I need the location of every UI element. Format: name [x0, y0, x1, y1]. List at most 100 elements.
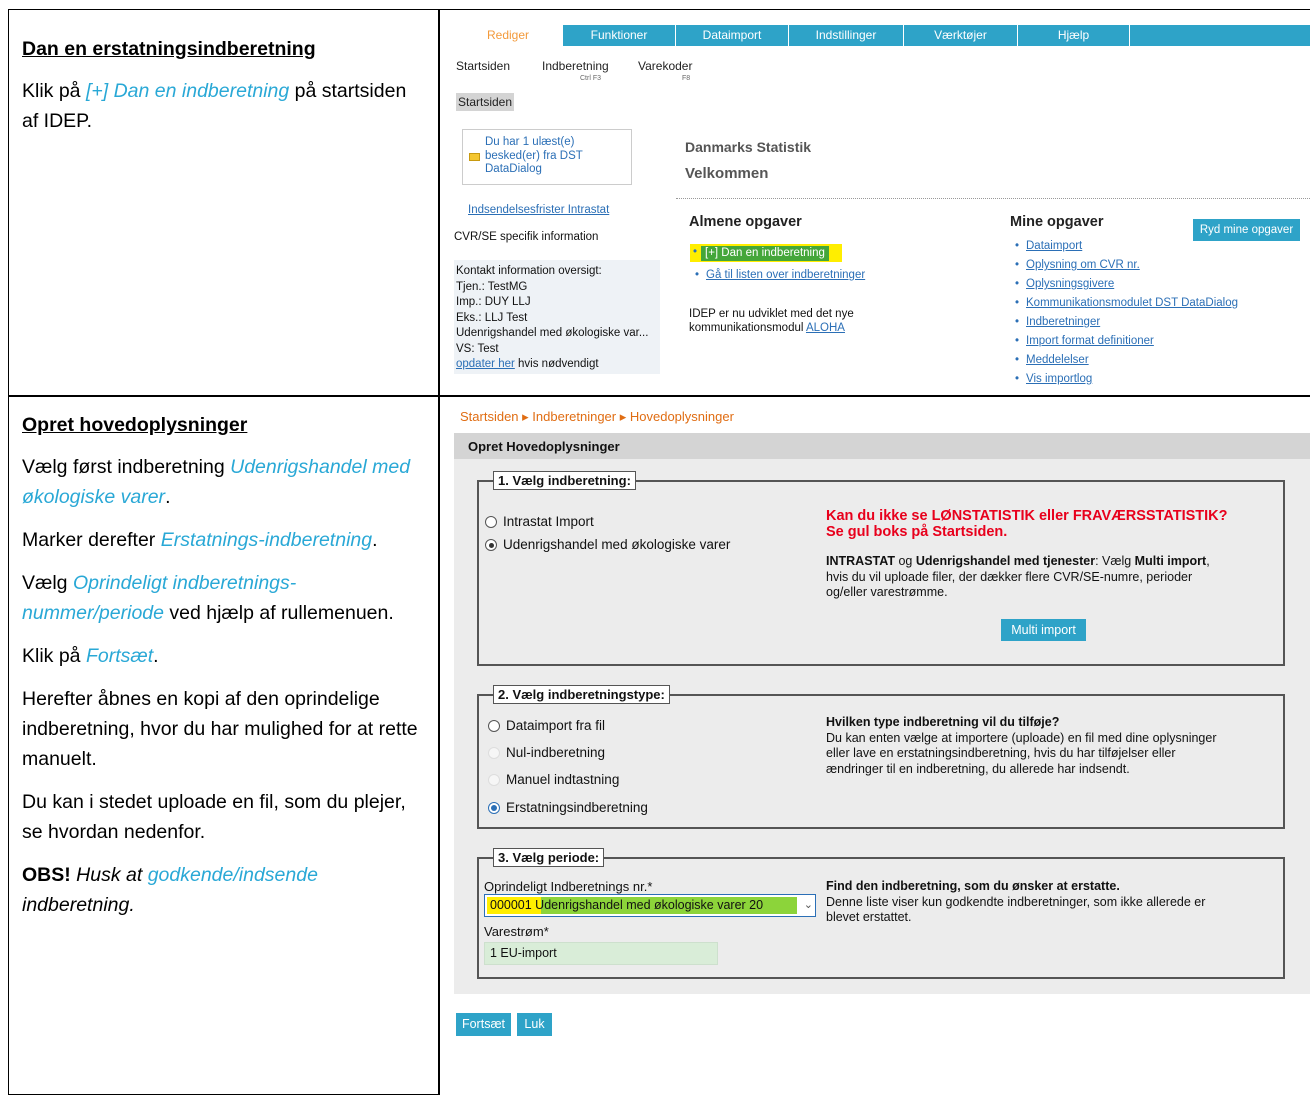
warning-line-1: Kan du ikke se LØNSTATISTIK eller FRAVÆR…	[826, 508, 1228, 524]
task-reports[interactable]: Indberetninger	[1015, 316, 1100, 328]
create-link-ref: [+] Dan en indberetning	[85, 80, 290, 102]
radio-manual[interactable]: Manuel indtastning	[488, 772, 619, 787]
contact-line: Eks.: LLJ Test	[456, 311, 528, 324]
text: og/eller varestrømme.	[826, 585, 948, 599]
section2-heading: Opret hovedoplysninger	[22, 414, 248, 436]
text: hvis nødvendigt	[514, 358, 599, 370]
vare-label: Varestrøm*	[484, 924, 549, 939]
contact-line: Udenrigshandel med økologiske var...	[456, 327, 649, 339]
cvr-info: CVR/SE specifik information	[454, 231, 599, 243]
text: Husk at	[70, 864, 148, 886]
text: Klik på	[22, 645, 86, 667]
contact-line: Kontakt information oversigt:	[456, 265, 602, 277]
text: ændringer til en indberetning, du allere…	[826, 761, 1130, 776]
text: Du kan enten vælge at importere (uploade…	[826, 730, 1217, 745]
task-datadialog[interactable]: Kommunikationsmodulet DST DataDialog	[1015, 297, 1238, 309]
step-4: Klik på Fortsæt.	[22, 641, 422, 671]
bold: Find den indberetning, som du ønsker at …	[826, 879, 1120, 893]
menu-vaerktojer[interactable]: Værktøjer	[904, 25, 1018, 46]
task-cvr[interactable]: Oplysning om CVR nr.	[1015, 259, 1140, 271]
idep-start-screenshot: Rediger Funktioner Dataimport Indstillin…	[440, 10, 1310, 395]
step-6: Du kan i stedet uploade en fil, som du p…	[22, 791, 406, 843]
radio-dataimport[interactable]: Dataimport fra fil	[488, 718, 605, 733]
warning-line-2: Se gul boks på Startsiden.	[826, 524, 1008, 540]
unread-message-link[interactable]: Du har 1 ulæst(e) besked(er) fra DST Dat…	[485, 136, 631, 177]
radio-intrastat[interactable]: Intrastat Import	[485, 514, 594, 529]
update-link[interactable]: opdater her	[456, 358, 515, 370]
task-dataimport[interactable]: Dataimport	[1015, 240, 1082, 252]
general-tasks-title: Almene opgaver	[689, 214, 802, 230]
orig-label: Oprindeligt Indberetnings nr.*	[484, 879, 653, 894]
task-importlog[interactable]: Vis importlog	[1015, 373, 1092, 385]
menu-dataimport[interactable]: Dataimport	[676, 25, 789, 46]
clear-tasks-button[interactable]: Ryd mine opgaver	[1193, 219, 1300, 241]
shortcut-f8: F8	[682, 75, 691, 82]
section1-text: Klik på [+] Dan en indberetning på start…	[22, 76, 422, 136]
section1-heading: Dan en erstatningsindberetning	[22, 38, 316, 60]
report-list-link[interactable]: Gå til listen over indberetninger	[695, 269, 865, 281]
my-tasks-title: Mine opgaver	[1010, 214, 1104, 230]
message-box[interactable]: Du har 1 ulæst(e) besked(er) fra DST Dat…	[462, 129, 632, 185]
contact-line: VS: Test	[456, 342, 499, 355]
menu-funktioner[interactable]: Funktioner	[563, 25, 676, 46]
radio-label: Intrastat Import	[503, 514, 594, 529]
continue-button[interactable]: Fortsæt	[456, 1013, 511, 1036]
divider	[676, 198, 1310, 199]
legend: 3. Vælg periode:	[493, 848, 605, 867]
sub-indberetning[interactable]: Indberetning	[542, 59, 609, 73]
text: : Vælg	[1095, 554, 1135, 568]
page-title: Opret Hovedoplysninger	[454, 433, 1310, 459]
step-3: Vælg Oprindeligt indberetnings-nummer/pe…	[22, 568, 422, 628]
close-button[interactable]: Luk	[517, 1013, 552, 1036]
legend: 2. Vælg indberetningstype:	[493, 685, 670, 704]
bold: INTRASTAT	[826, 554, 895, 568]
task-import-formats[interactable]: Import format definitioner	[1015, 335, 1154, 347]
contact-line: Imp.: DUY LLJ	[456, 296, 531, 308]
instruction-cell-2: Opret hovedoplysninger Vælg først indber…	[22, 410, 422, 933]
radio-organic[interactable]: Udenrigshandel med økologiske varer	[485, 537, 730, 552]
sub-startsiden[interactable]: Startsiden	[456, 59, 510, 73]
step-5: Herefter åbnes en kopi af den oprindelig…	[22, 688, 418, 770]
radio-label: Erstatningsindberetning	[506, 800, 648, 815]
org-name: Danmarks Statistik	[685, 139, 812, 155]
original-report-select[interactable]: 000001 Udenrigshandel med økologiske var…	[484, 894, 816, 917]
bold: Hvilken type indberetning vil du tilføje…	[826, 715, 1060, 729]
radio-replacement[interactable]: Erstatningsindberetning	[488, 800, 648, 815]
update-line: opdater her hvis nødvendigt	[456, 357, 660, 373]
menu-indstillinger[interactable]: Indstillinger	[789, 25, 904, 46]
create-main-info-screenshot: Startsiden ▸ Indberetninger ▸ Hovedoplys…	[440, 397, 1310, 1095]
create-report-link[interactable]: [+] Dan en indberetning	[701, 246, 829, 261]
radio-circle	[488, 802, 500, 814]
breadcrumb: Startsiden ▸ Indberetninger ▸ Hovedoplys…	[460, 409, 734, 424]
text: ,	[1206, 554, 1210, 568]
text: Klik på	[22, 80, 86, 102]
menu-hjaelp[interactable]: Hjælp	[1018, 25, 1130, 46]
text: Denne liste viser kun godkendte indberet…	[826, 894, 1206, 909]
link-ref: godkende/indsende	[147, 864, 318, 886]
radio-zero-report[interactable]: Nul-indberetning	[488, 745, 605, 760]
text: Vælg først indberetning	[22, 456, 231, 478]
commodity-flow-field[interactable]: 1 EU-import	[484, 942, 718, 965]
text: .	[153, 645, 159, 667]
multi-import-button[interactable]: Multi import	[1001, 619, 1086, 641]
menu-rediger[interactable]: Rediger	[454, 25, 563, 46]
bullet-icon: •	[693, 246, 698, 258]
aloha-link[interactable]: ALOHA	[806, 322, 845, 334]
breadcrumb: Startsiden	[456, 93, 515, 111]
radio-label: Dataimport fra fil	[506, 718, 606, 733]
radio-circle	[488, 747, 500, 759]
text: indberetning.	[22, 894, 135, 916]
main-menu: Rediger Funktioner Dataimport Indstillin…	[454, 25, 1310, 46]
select-value: 000001 Udenrigshandel med økologiske var…	[490, 898, 764, 912]
task-informants[interactable]: Oplysningsgivere	[1015, 278, 1114, 290]
radio-circle	[488, 720, 500, 732]
obs-label: OBS!	[22, 864, 71, 886]
text: og	[894, 554, 916, 568]
text: Vælg	[22, 572, 73, 594]
task-messages[interactable]: Meddelelser	[1015, 354, 1089, 366]
text: .	[165, 486, 171, 508]
deadlines-link[interactable]: Indsendelsesfrister Intrastat	[468, 204, 609, 216]
sub-varekoder[interactable]: Varekoder	[638, 59, 692, 73]
text: eller lave en erstatningsindberetning, h…	[826, 746, 1176, 760]
type-help: Hvilken type indberetning vil du tilføje…	[826, 715, 1281, 777]
